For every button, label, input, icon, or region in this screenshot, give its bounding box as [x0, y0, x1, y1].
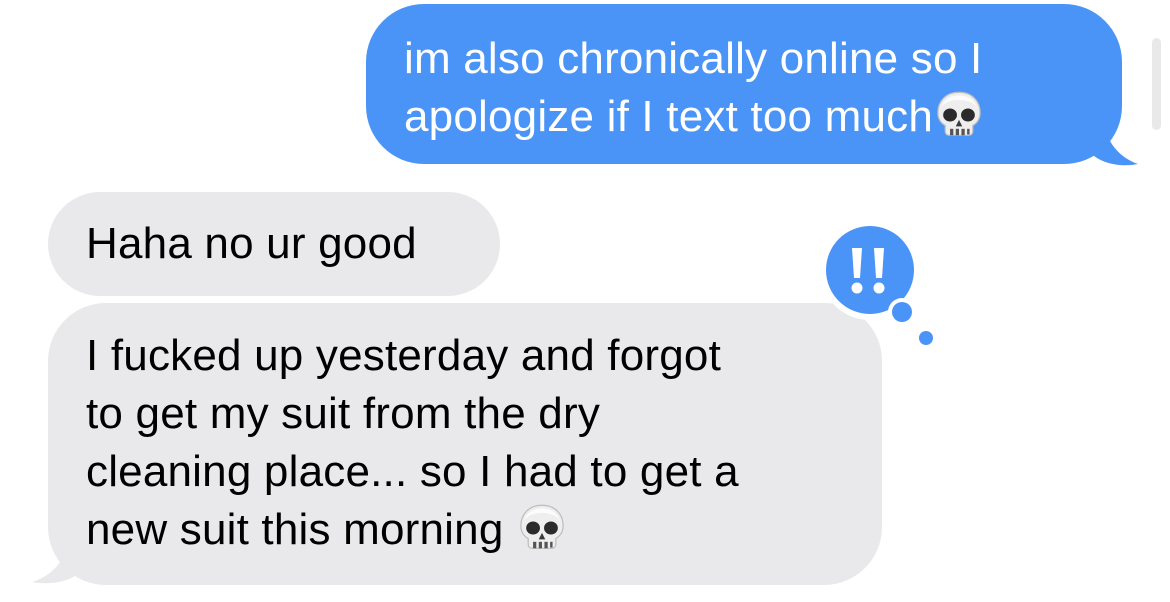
- message-text: Haha no ur good: [86, 219, 417, 268]
- incoming-message-bubble[interactable]: I fucked up yesterday and forgot to get …: [48, 303, 882, 585]
- message-text: im also chronically online so I apologiz…: [404, 34, 983, 141]
- outgoing-message-bubble[interactable]: im also chronically online so I apologiz…: [366, 4, 1122, 164]
- skull-emoji-icon: [516, 502, 568, 554]
- skull-emoji-icon: [933, 89, 985, 141]
- scrollbar[interactable]: [1152, 38, 1161, 130]
- message-text: I fucked up yesterday and forgot to get …: [86, 331, 739, 554]
- tapback-reaction[interactable]: [818, 218, 950, 350]
- incoming-bubble-tail: [32, 540, 84, 584]
- conversation-view: im also chronically online so I apologiz…: [0, 0, 1170, 602]
- incoming-message-bubble[interactable]: Haha no ur good: [48, 192, 500, 296]
- outgoing-bubble-tail: [1088, 122, 1138, 166]
